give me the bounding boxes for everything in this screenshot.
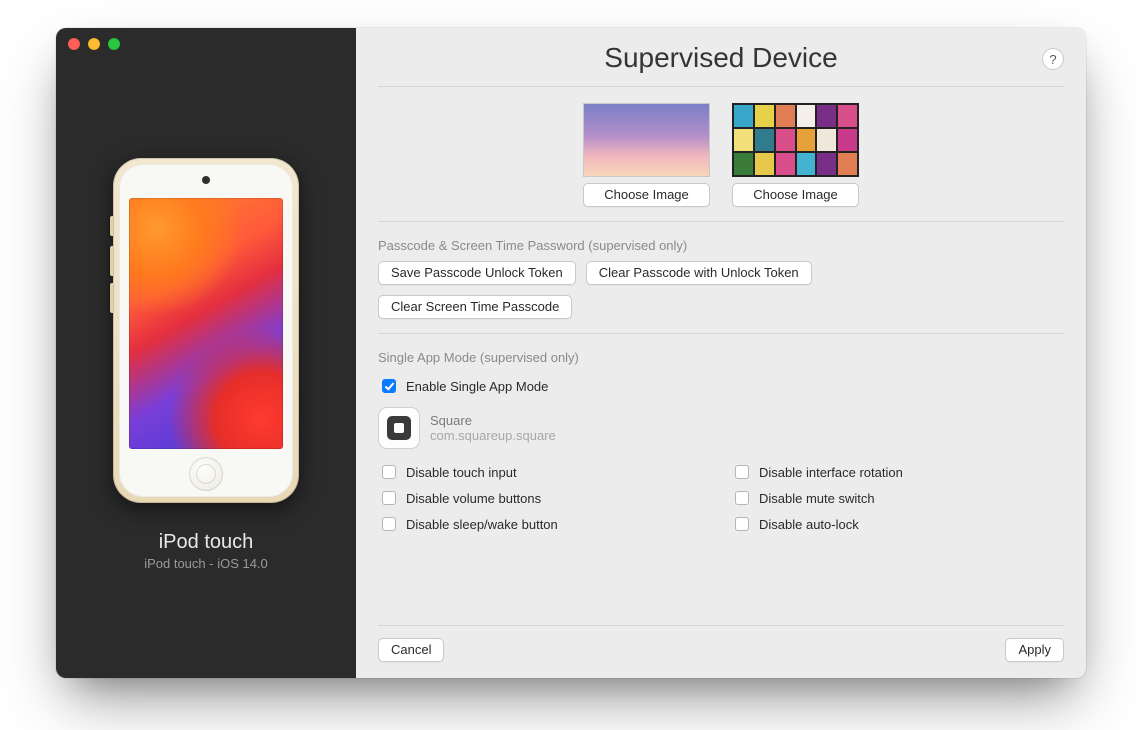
app-bundle-label: com.squareup.square <box>430 428 556 443</box>
option-disable_rotation[interactable]: Disable interface rotation <box>731 462 1064 482</box>
enable-single-app-mode-label: Enable Single App Mode <box>406 379 548 394</box>
option-disable_mute[interactable]: Disable mute switch <box>731 488 1064 508</box>
passcode-section-label: Passcode & Screen Time Password (supervi… <box>378 238 1064 253</box>
window-traffic-lights <box>68 38 120 50</box>
option-disable_mute-checkbox[interactable] <box>735 491 749 505</box>
option-disable_touch[interactable]: Disable touch input <box>378 462 711 482</box>
device-detail: iPod touch - iOS 14.0 <box>144 556 268 571</box>
app-icon <box>378 407 420 449</box>
option-disable_sleepwake-checkbox[interactable] <box>382 517 396 531</box>
option-disable_rotation-label: Disable interface rotation <box>759 465 903 480</box>
option-disable_volume-checkbox[interactable] <box>382 491 396 505</box>
single-app-section-label: Single App Mode (supervised only) <box>378 350 1064 365</box>
app-meta: Square com.squareup.square <box>430 413 556 443</box>
window-close-button[interactable] <box>68 38 80 50</box>
save-passcode-token-button[interactable]: Save Passcode Unlock Token <box>378 261 576 285</box>
option-disable_mute-label: Disable mute switch <box>759 491 875 506</box>
apply-button[interactable]: Apply <box>1005 638 1064 662</box>
choose-image-left-button[interactable]: Choose Image <box>583 183 710 207</box>
option-disable_sleepwake-label: Disable sleep/wake button <box>406 517 558 532</box>
window-minimize-button[interactable] <box>88 38 100 50</box>
clear-screen-time-passcode-button[interactable]: Clear Screen Time Passcode <box>378 295 572 319</box>
wallpaper-row: Choose Image Choose Image <box>378 103 1064 207</box>
option-disable_autolock-label: Disable auto-lock <box>759 517 859 532</box>
window-zoom-button[interactable] <box>108 38 120 50</box>
single-app-picker[interactable]: Square com.squareup.square <box>378 407 1064 449</box>
wallpaper-preview-right <box>732 103 859 177</box>
option-disable_autolock-checkbox[interactable] <box>735 517 749 531</box>
device-sidebar: iPod touch iPod touch - iOS 14.0 <box>56 28 356 678</box>
page-title: Supervised Device <box>604 42 837 74</box>
option-disable_volume-label: Disable volume buttons <box>406 491 541 506</box>
clear-passcode-with-token-button[interactable]: Clear Passcode with Unlock Token <box>586 261 812 285</box>
window: iPod touch iPod touch - iOS 14.0 Supervi… <box>56 28 1086 678</box>
main-pane: Supervised Device ? Choose Image Choose … <box>356 28 1086 678</box>
option-disable_rotation-checkbox[interactable] <box>735 465 749 479</box>
option-disable_volume[interactable]: Disable volume buttons <box>378 488 711 508</box>
enable-single-app-mode-row[interactable]: Enable Single App Mode <box>378 376 1064 396</box>
option-disable_touch-label: Disable touch input <box>406 465 517 480</box>
option-disable_touch-checkbox[interactable] <box>382 465 396 479</box>
single-app-options-grid: Disable touch input Disable interface rot… <box>378 459 1064 537</box>
choose-image-right-button[interactable]: Choose Image <box>732 183 859 207</box>
square-logo-icon <box>387 416 411 440</box>
wallpaper-lockscreen: Choose Image <box>583 103 710 207</box>
cancel-button[interactable]: Cancel <box>378 638 444 662</box>
option-disable_sleepwake[interactable]: Disable sleep/wake button <box>378 514 711 534</box>
help-button[interactable]: ? <box>1042 48 1064 70</box>
footer-bar: Cancel Apply <box>378 625 1064 662</box>
app-name-label: Square <box>430 413 556 428</box>
wallpaper-homescreen: Choose Image <box>732 103 859 207</box>
device-name: iPod touch <box>159 531 254 554</box>
device-illustration <box>113 158 299 503</box>
enable-single-app-mode-checkbox[interactable] <box>382 379 396 393</box>
wallpaper-preview-left <box>583 103 710 177</box>
option-disable_autolock[interactable]: Disable auto-lock <box>731 514 1064 534</box>
